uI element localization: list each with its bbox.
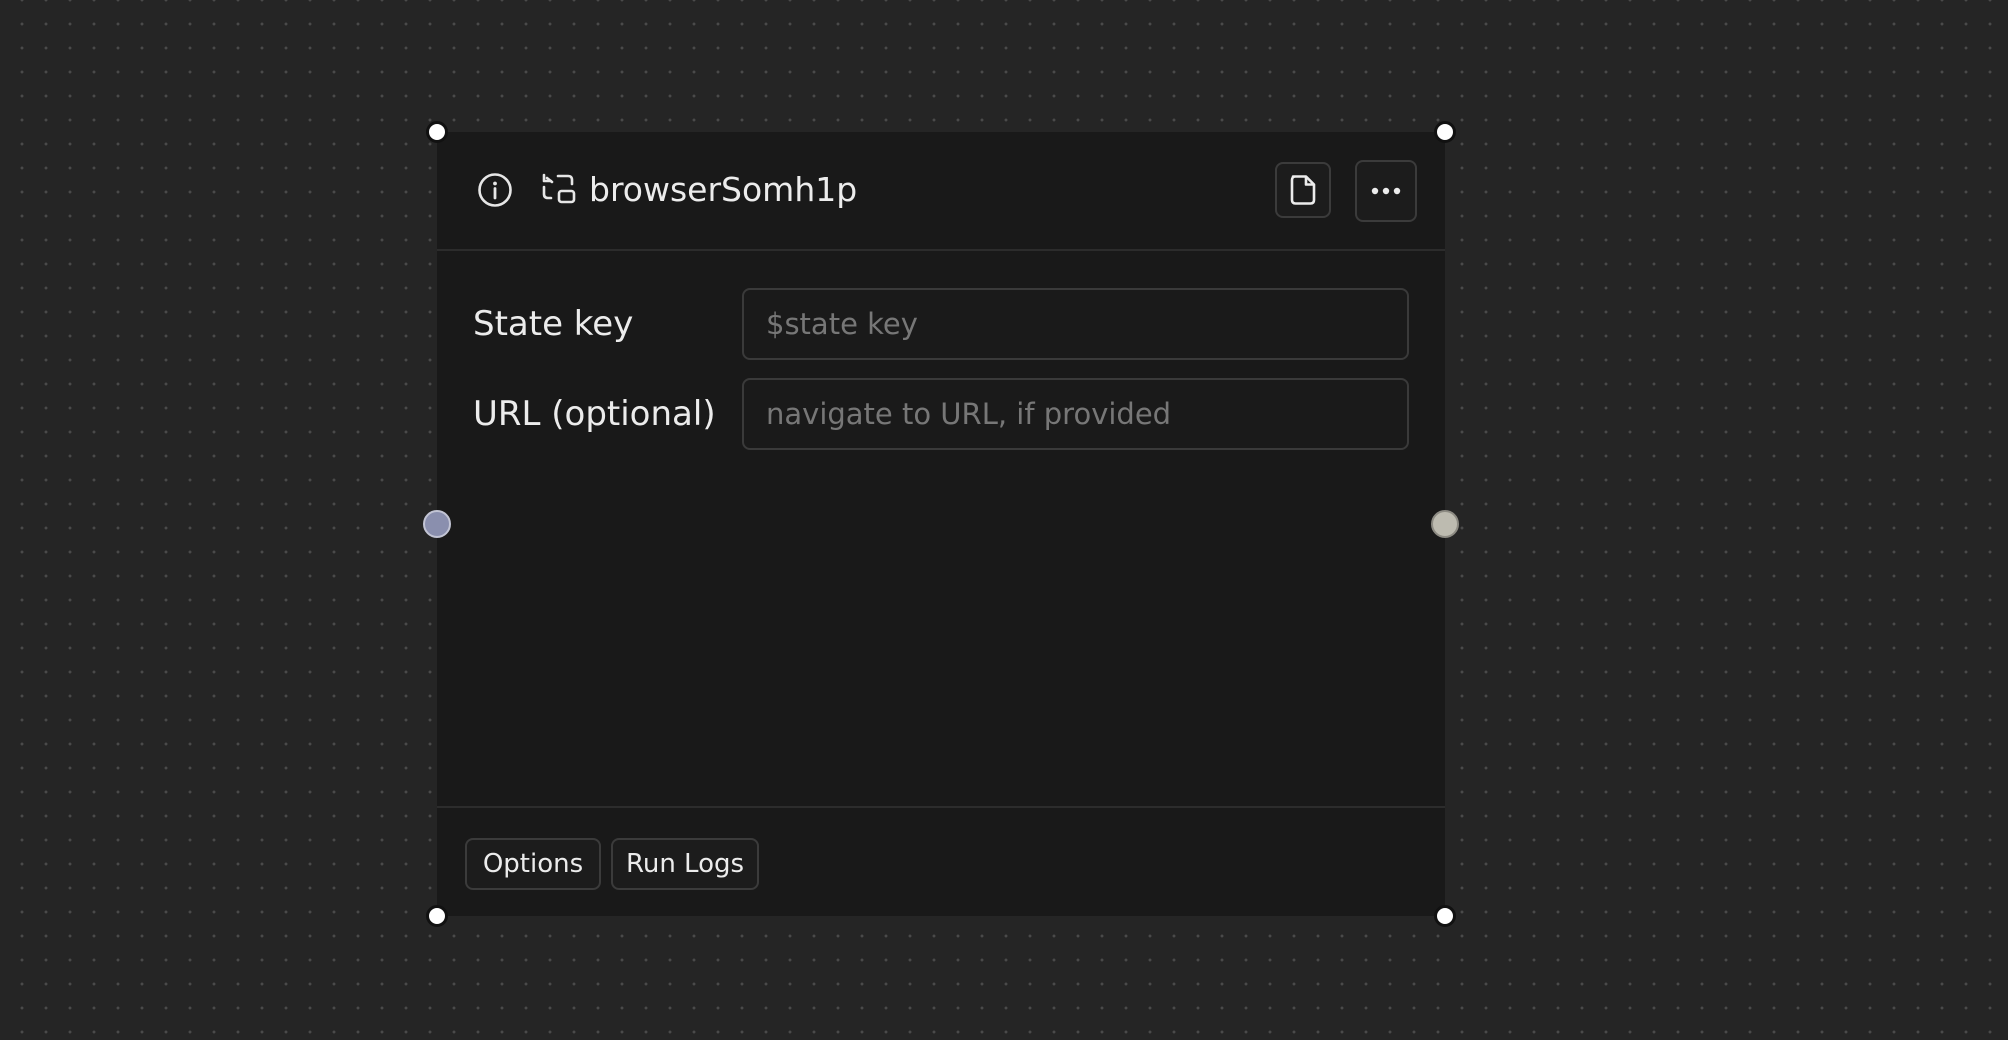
run-logs-button[interactable]: Run Logs bbox=[611, 838, 759, 890]
state-key-label: State key bbox=[473, 304, 634, 344]
info-icon[interactable] bbox=[477, 172, 513, 208]
workflow-canvas[interactable]: browserSomh1p State key URL (optional) O… bbox=[0, 0, 2008, 1040]
note-button[interactable] bbox=[1275, 162, 1331, 218]
more-options-button[interactable] bbox=[1355, 160, 1417, 222]
state-key-input[interactable] bbox=[742, 288, 1409, 360]
resize-handle-bottom-right[interactable] bbox=[1434, 905, 1456, 927]
input-port[interactable] bbox=[423, 510, 451, 538]
note-icon bbox=[1290, 175, 1316, 205]
resize-handle-top-left[interactable] bbox=[426, 121, 448, 143]
resize-handle-bottom-left[interactable] bbox=[426, 905, 448, 927]
browser-node[interactable]: browserSomh1p State key URL (optional) O… bbox=[437, 132, 1445, 916]
node-title[interactable]: browserSomh1p bbox=[589, 168, 857, 212]
node-footer: Options Run Logs bbox=[437, 806, 1445, 916]
url-input[interactable] bbox=[742, 378, 1409, 450]
output-port[interactable] bbox=[1431, 510, 1459, 538]
url-label: URL (optional) bbox=[473, 394, 716, 434]
options-button[interactable]: Options bbox=[465, 838, 601, 890]
node-header: browserSomh1p bbox=[437, 132, 1445, 251]
browser-swap-icon bbox=[542, 173, 576, 204]
more-horizontal-icon bbox=[1371, 187, 1401, 195]
resize-handle-top-right[interactable] bbox=[1434, 121, 1456, 143]
